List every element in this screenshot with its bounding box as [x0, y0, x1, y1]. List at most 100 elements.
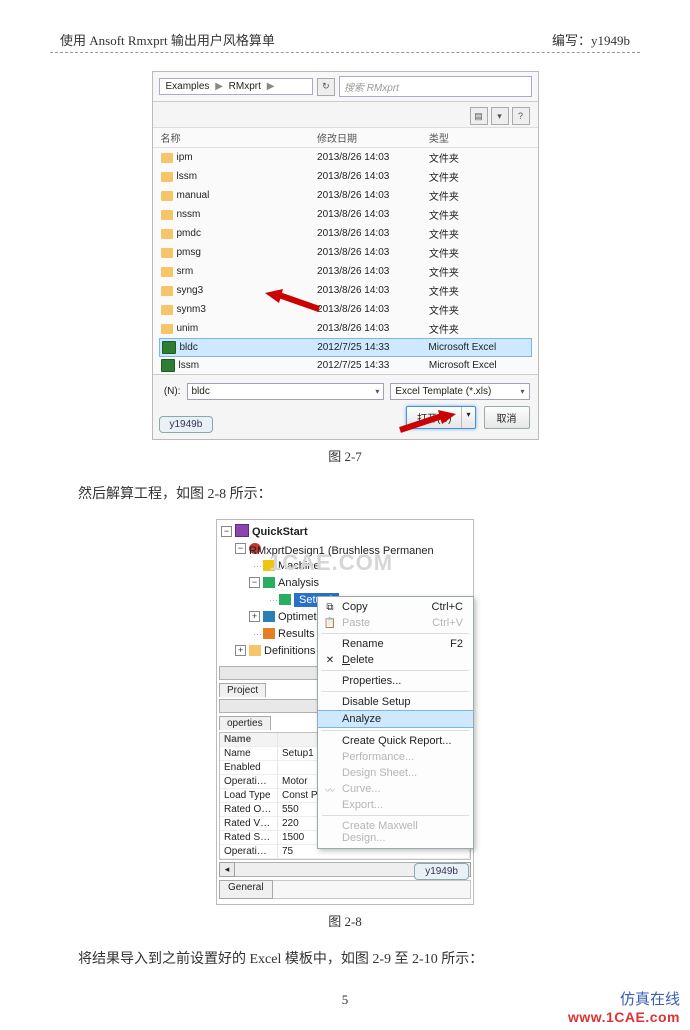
optimetrics-icon: [263, 611, 275, 622]
file-row[interactable]: srm2013/8/26 14:03文件夹: [153, 262, 538, 281]
chevron-right-icon: ▶: [212, 81, 226, 92]
paragraph: 将结果导入到之前设置好的 Excel 模板中，如图 2-9 至 2-10 所示：: [50, 948, 640, 968]
scroll-left-icon[interactable]: ◂: [219, 862, 235, 877]
tree-root[interactable]: QuickStart: [252, 526, 308, 538]
collapse-icon[interactable]: −: [221, 526, 232, 537]
menu-separator: [322, 670, 469, 671]
copy-icon: ⧉: [323, 601, 337, 614]
filetype-select[interactable]: Excel Template (*.xls)▾: [390, 383, 529, 400]
design-icon: RMxprtDesign1 (Brushless Permanen: [249, 543, 261, 554]
folder-icon: [161, 324, 173, 334]
menu-separator: [322, 691, 469, 692]
collapse-icon[interactable]: −: [249, 577, 260, 588]
chevron-right-icon: ▶: [264, 81, 278, 92]
menu-delete[interactable]: ✕Delete: [318, 652, 473, 668]
tab-project[interactable]: Project: [219, 683, 266, 697]
file-row[interactable]: pmsg2013/8/26 14:03文件夹: [153, 243, 538, 262]
collapse-icon[interactable]: −: [235, 543, 246, 554]
folder-icon: [161, 153, 173, 163]
file-row[interactable]: pmdc2013/8/26 14:03文件夹: [153, 224, 538, 243]
excel-icon: [161, 359, 175, 372]
site-footer: 仿真在线 www.1CAE.com: [568, 991, 680, 1026]
properties-tabs: General: [219, 880, 471, 898]
file-row[interactable]: syng32013/8/26 14:03文件夹: [153, 281, 538, 300]
view-icon[interactable]: ▤: [470, 107, 488, 125]
folder-icon: [161, 248, 173, 258]
doc-author: 编写：y1949b: [552, 30, 630, 49]
help-icon[interactable]: ?: [512, 107, 530, 125]
search-input[interactable]: 搜索 RMxprt: [339, 76, 532, 97]
fileopen-addressbar: Examples ▶ RMxprt ▶ ↻ 搜索 RMxprt: [153, 72, 538, 102]
tree-results[interactable]: Results: [278, 628, 315, 640]
menu-design-sheet: Design Sheet...: [318, 765, 473, 781]
filename-input[interactable]: bldc▾: [187, 383, 385, 400]
expand-icon[interactable]: +: [235, 645, 246, 656]
menu-separator: [322, 815, 469, 816]
menu-export: Export...: [318, 797, 473, 813]
file-row[interactable]: nssm2013/8/26 14:03文件夹: [153, 205, 538, 224]
menu-paste: 📋PasteCtrl+V: [318, 615, 473, 631]
menu-disable-setup[interactable]: Disable Setup: [318, 694, 473, 710]
menu-separator: [322, 633, 469, 634]
breadcrumb[interactable]: Examples ▶ RMxprt ▶: [159, 78, 313, 95]
project-icon: [235, 524, 249, 537]
curve-icon: 〰: [323, 783, 337, 796]
figure-2-7: Examples ▶ RMxprt ▶ ↻ 搜索 RMxprt ▤ ▾ ? 名称…: [152, 71, 539, 440]
tree-analysis[interactable]: Analysis: [278, 577, 319, 589]
paste-icon: 📋: [323, 617, 337, 630]
file-row[interactable]: lssm2012/7/25 14:33Microsoft Excel: [153, 357, 538, 374]
file-row[interactable]: ipm2013/8/26 14:03文件夹: [153, 148, 538, 167]
col-name[interactable]: 名称: [161, 130, 318, 145]
filelist-header: 名称 修改日期 类型: [153, 128, 538, 148]
cancel-button[interactable]: 取消: [484, 406, 530, 429]
chevron-down-icon[interactable]: ▾: [520, 387, 524, 396]
breadcrumb-examples[interactable]: Examples: [166, 81, 210, 92]
col-date[interactable]: 修改日期: [317, 130, 429, 145]
figure-2-8: 1CAE.COM −QuickStart −RMxprtDesign1 (Bru…: [216, 519, 474, 905]
open-dropdown-icon[interactable]: ▾: [461, 407, 474, 428]
folder-icon: [161, 286, 173, 296]
chevron-down-icon[interactable]: ▾: [375, 387, 379, 396]
machine-icon: [263, 560, 275, 571]
watermark-badge: y1949b: [414, 863, 469, 880]
delete-icon: ✕: [323, 654, 337, 667]
open-button[interactable]: 打开(O)▾: [406, 406, 475, 429]
menu-properties[interactable]: Properties...: [318, 673, 473, 689]
watermark-badge: y1949b: [159, 416, 214, 433]
doc-title: 使用 Ansoft Rmxprt 输出用户风格算单: [60, 30, 275, 49]
file-row[interactable]: synm32013/8/26 14:03文件夹: [153, 300, 538, 319]
refresh-icon[interactable]: ↻: [317, 78, 335, 96]
figure-caption: 图 2-7: [50, 446, 640, 465]
expand-icon[interactable]: +: [249, 611, 260, 622]
paragraph: 然后解算工程，如图 2-8 所示：: [50, 483, 640, 503]
prop-col-name[interactable]: Name: [220, 733, 278, 747]
file-row[interactable]: manual2013/8/26 14:03文件夹: [153, 186, 538, 205]
setup-icon: [279, 594, 291, 605]
menu-rename[interactable]: RenameF2: [318, 636, 473, 652]
tab-general[interactable]: General: [219, 880, 273, 899]
folder-icon: [161, 267, 173, 277]
folder-icon: [161, 229, 173, 239]
col-type[interactable]: 类型: [429, 130, 530, 145]
breadcrumb-rmxprt[interactable]: RMxprt: [229, 81, 261, 92]
tree-definitions[interactable]: Definitions: [264, 645, 315, 657]
folder-icon: [161, 210, 173, 220]
file-row[interactable]: unim2013/8/26 14:03文件夹: [153, 319, 538, 338]
folder-icon: [161, 305, 173, 315]
results-icon: [263, 628, 275, 639]
tree-machine[interactable]: Machine: [278, 560, 320, 572]
tab-properties[interactable]: operties: [219, 716, 271, 730]
menu-analyze[interactable]: Analyze: [318, 710, 473, 728]
analysis-icon: [263, 577, 275, 588]
site-name-cn: 仿真在线: [568, 991, 680, 1009]
menu-curve: 〰Curve...: [318, 781, 473, 797]
menu-performance: Performance...: [318, 749, 473, 765]
view-caret-icon[interactable]: ▾: [491, 107, 509, 125]
file-row-selected[interactable]: bldc2012/7/25 14:33Microsoft Excel: [159, 338, 532, 357]
figure-caption: 图 2-8: [50, 911, 640, 930]
menu-quick-report[interactable]: Create Quick Report...: [318, 733, 473, 749]
menu-copy[interactable]: ⧉CopyCtrl+C: [318, 599, 473, 615]
folder-icon: [249, 645, 261, 656]
file-row[interactable]: lssm2013/8/26 14:03文件夹: [153, 167, 538, 186]
folder-icon: [161, 172, 173, 182]
